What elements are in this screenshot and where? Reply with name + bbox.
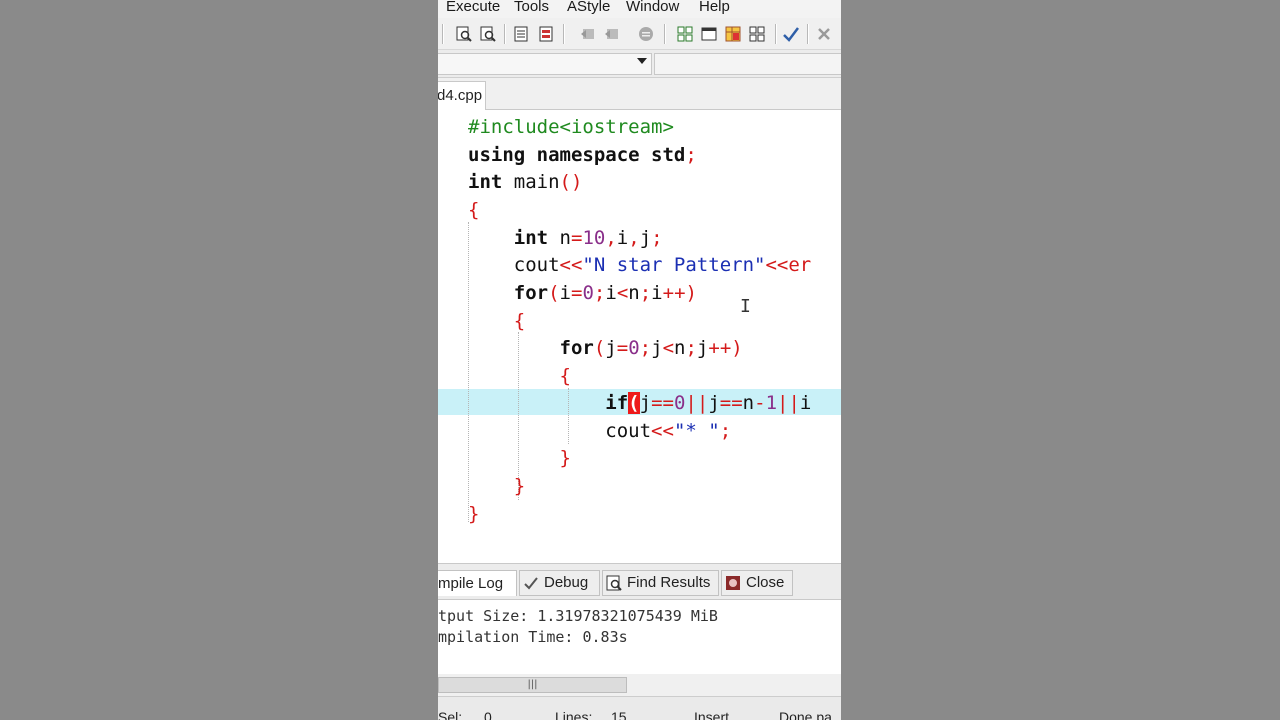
status-sel-value: 0 xyxy=(484,709,492,720)
status-mode: Insert xyxy=(694,709,730,720)
class-browser-icon[interactable] xyxy=(723,24,743,44)
toolbar-separator xyxy=(504,24,506,44)
toggle-bookmark-icon[interactable] xyxy=(511,24,531,44)
class-function-bar xyxy=(438,50,841,78)
code-line-14: } xyxy=(513,475,526,497)
tab-label: mpile Log xyxy=(438,574,504,592)
code-editor[interactable]: #include<iostream> using namespace std; … xyxy=(438,110,841,563)
tab-close[interactable]: Close xyxy=(721,570,793,596)
menu-bar: Execute Tools AStyle Window Help xyxy=(438,0,841,18)
unindent-icon[interactable] xyxy=(602,24,622,44)
chevron-down-icon[interactable] xyxy=(637,58,647,64)
code-line-1: #include<iostream> xyxy=(468,116,674,138)
find-results-icon xyxy=(605,574,623,592)
file-tab-strip: d4.cpp xyxy=(438,78,841,110)
menu-help[interactable]: Help xyxy=(699,0,730,15)
file-tab[interactable]: d4.cpp xyxy=(438,81,486,110)
toolbar-separator xyxy=(442,24,444,44)
comment-icon[interactable] xyxy=(636,24,656,44)
status-lines-value: 15 xyxy=(611,709,627,720)
close-panel-icon xyxy=(724,574,742,592)
scrollbar-thumb[interactable]: ||| xyxy=(438,677,627,693)
toolbar-separator xyxy=(664,24,666,44)
tab-debug[interactable]: Debug xyxy=(519,570,600,596)
toolbar-separator xyxy=(807,24,809,44)
tile-windows-icon[interactable] xyxy=(675,24,695,44)
code-line-15: } xyxy=(468,503,480,525)
code-line-7: for(i=0;i<n;i++) xyxy=(513,282,697,304)
tab-label: Close xyxy=(746,574,785,591)
tab-label: Debug xyxy=(544,574,589,591)
print-preview-icon[interactable] xyxy=(454,24,474,44)
code-line-4: { xyxy=(468,199,480,221)
code-line-9: for(j=0;j<n;j++) xyxy=(559,337,743,359)
code-line-2: using namespace std; xyxy=(468,144,697,166)
code-line-12: cout<<"* "; xyxy=(605,420,732,442)
menu-window[interactable]: Window xyxy=(626,0,679,15)
code-line-3: int main() xyxy=(468,171,583,193)
tab-label: Find Results xyxy=(627,574,711,591)
bottom-panel-tabs: mpile Log Debug Find Results Close xyxy=(438,563,841,599)
output-line-time: mpilation Time: 0.83s xyxy=(438,628,628,646)
status-bar: Sel: 0 Lines: 15 Insert Done pa xyxy=(438,696,841,720)
toolbar xyxy=(438,18,841,50)
compile-log-output[interactable]: tput Size: 1.31978321075439 MiB mpilatio… xyxy=(438,599,841,674)
status-message: Done pa xyxy=(779,709,832,720)
output-line-size: tput Size: 1.31978321075439 MiB xyxy=(438,607,718,625)
horizontal-scrollbar[interactable]: ||| xyxy=(438,674,841,696)
indent-icon[interactable] xyxy=(578,24,598,44)
check-icon xyxy=(522,574,540,592)
menu-astyle[interactable]: AStyle xyxy=(567,0,610,15)
code-line-6: cout<<"N star Pattern"<<er xyxy=(513,254,812,276)
tab-find-results[interactable]: Find Results xyxy=(602,570,719,596)
project-view-icon[interactable] xyxy=(747,24,767,44)
toolbar-separator xyxy=(775,24,777,44)
goto-bookmark-icon[interactable] xyxy=(536,24,556,44)
tab-compile-log[interactable]: mpile Log xyxy=(438,570,517,596)
status-sel-label: Sel: xyxy=(438,709,463,720)
text-cursor-icon: I xyxy=(740,296,751,317)
code-line-5: int n=10,i,j; xyxy=(513,227,663,249)
single-window-icon[interactable] xyxy=(699,24,719,44)
close-file-icon[interactable] xyxy=(814,24,834,44)
menu-execute[interactable]: Execute xyxy=(446,0,500,15)
code-line-8: { xyxy=(513,310,526,332)
class-dropdown[interactable] xyxy=(438,53,652,75)
toolbar-separator xyxy=(563,24,565,44)
code-line-10: { xyxy=(559,365,571,387)
code-line-11: if(j==0||j==n-1||i xyxy=(605,392,812,414)
print-preview-2-icon[interactable] xyxy=(478,24,498,44)
syntax-check-icon[interactable] xyxy=(781,24,801,44)
function-dropdown[interactable] xyxy=(654,53,841,75)
menu-tools[interactable]: Tools xyxy=(514,0,549,15)
code-line-13: } xyxy=(559,447,571,469)
status-lines-label: Lines: xyxy=(555,709,593,720)
ide-window: Execute Tools AStyle Window Help d4.cpp … xyxy=(438,0,841,720)
